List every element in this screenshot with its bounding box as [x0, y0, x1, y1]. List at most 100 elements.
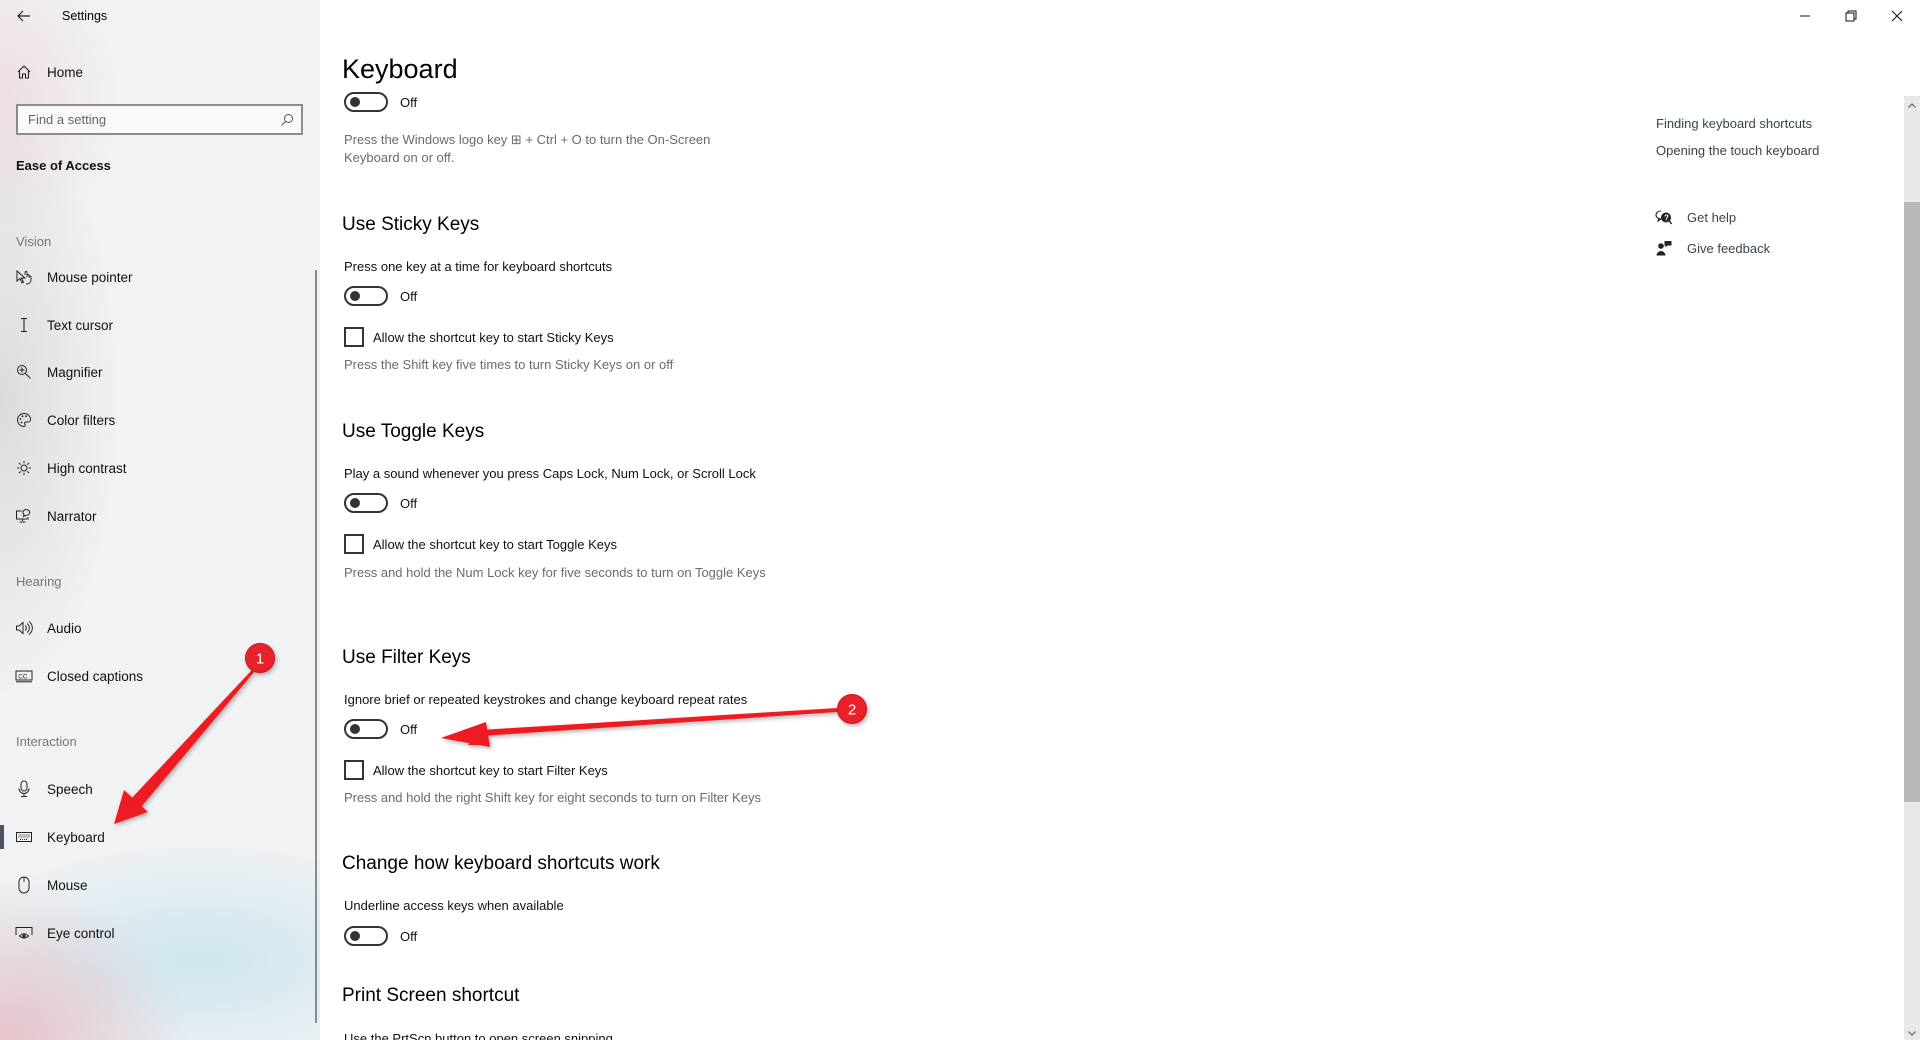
sidebar-item-keyboard[interactable]: Keyboard [0, 817, 316, 857]
scroll-down-button[interactable] [1904, 1026, 1920, 1040]
give-feedback-icon [1654, 238, 1674, 258]
sidebar-scrollbar[interactable] [315, 270, 317, 1023]
toggle-switch[interactable] [344, 926, 388, 946]
sticky-keys-heading: Use Sticky Keys [342, 214, 480, 235]
search-field[interactable] [16, 104, 303, 135]
scroll-up-button[interactable] [1904, 98, 1920, 112]
shortcuts-heading: Change how keyboard shortcuts work [342, 853, 660, 874]
print-screen-description: Use the PrtScn button to open screen sni… [344, 1031, 613, 1040]
filter-keys-shortcut-checkbox[interactable]: Allow the shortcut key to start Filter K… [344, 759, 608, 781]
sticky-keys-toggle[interactable]: Off [344, 285, 417, 307]
checkbox[interactable] [344, 534, 364, 554]
toggle-knob [350, 724, 360, 734]
app-title: Settings [62, 9, 108, 23]
checkbox[interactable] [344, 327, 364, 347]
sidebar-item-label: Eye control [47, 925, 115, 941]
palette-icon [14, 410, 34, 430]
finding-keyboard-shortcuts-link[interactable]: Finding keyboard shortcuts [1656, 116, 1812, 131]
give-feedback-link[interactable]: Give feedback [1654, 238, 1770, 258]
get-help-icon: ? [1654, 207, 1674, 227]
sidebar-item-label: Audio [47, 620, 82, 636]
sidebar-item-label: Mouse pointer [47, 269, 133, 285]
search-icon[interactable] [279, 112, 295, 128]
sidebar-item-narrator[interactable]: Narrator [0, 496, 316, 536]
sidebar-item-home[interactable]: Home [0, 52, 316, 92]
sidebar-item-label: Closed captions [47, 668, 144, 684]
group-label-vision: Vision [16, 234, 52, 249]
toggle-switch[interactable] [344, 719, 388, 739]
main-scrollbar[interactable] [1904, 96, 1920, 1040]
toggle-switch[interactable] [344, 493, 388, 513]
sidebar-item-color-filters[interactable]: Color filters [0, 400, 316, 440]
sidebar-item-label: Color filters [47, 412, 116, 428]
sidebar-item-mouse[interactable]: Mouse [0, 865, 316, 905]
underline-access-keys-toggle[interactable]: Off [344, 925, 417, 947]
group-label-hearing: Hearing [16, 574, 62, 589]
toggle-knob [350, 931, 360, 941]
get-help-link[interactable]: ? Get help [1654, 207, 1736, 227]
toggle-keys-heading: Use Toggle Keys [342, 421, 485, 442]
sticky-keys-shortcut-checkbox[interactable]: Allow the shortcut key to start Sticky K… [344, 326, 614, 348]
give-feedback-label: Give feedback [1687, 240, 1771, 256]
toggle-switch[interactable] [344, 92, 388, 112]
sidebar-item-label: Magnifier [47, 364, 103, 380]
sidebar-item-label: Speech [47, 781, 93, 797]
sidebar-item-text-cursor[interactable]: Text cursor [0, 305, 316, 345]
section-title: Ease of Access [16, 158, 111, 173]
page-title: Keyboard [342, 54, 458, 84]
toggle-state-label: Off [400, 288, 418, 304]
scrollbar-thumb[interactable] [1904, 202, 1920, 802]
checkbox-label: Allow the shortcut key to start Filter K… [373, 762, 608, 778]
filter-keys-hint: Press and hold the right Shift key for e… [344, 790, 761, 805]
sticky-keys-hint: Press the Shift key five times to turn S… [344, 357, 674, 372]
home-icon [14, 62, 34, 82]
keyboard-icon [14, 827, 34, 847]
back-arrow-icon [17, 10, 30, 22]
print-screen-heading: Print Screen shortcut [342, 985, 520, 1006]
chevron-up-icon [1908, 102, 1916, 108]
checkbox-label: Allow the shortcut key to start Sticky K… [373, 329, 614, 345]
mouse-pointer-icon [14, 267, 34, 287]
filter-keys-description: Ignore brief or repeated keystrokes and … [344, 692, 748, 707]
magnifier-icon [14, 362, 34, 382]
sidebar-item-closed-captions[interactable]: CC Closed captions [0, 656, 316, 696]
toggle-state-label: Off [400, 721, 418, 737]
toggle-keys-toggle[interactable]: Off [344, 492, 417, 514]
toggle-keys-description: Play a sound whenever you press Caps Loc… [344, 466, 756, 481]
toggle-knob [350, 291, 360, 301]
filter-keys-toggle[interactable]: Off [344, 718, 417, 740]
filter-keys-heading: Use Filter Keys [342, 647, 471, 668]
sidebar-item-magnifier[interactable]: Magnifier [0, 352, 316, 392]
toggle-state-label: Off [400, 495, 418, 511]
sidebar-item-eye-control[interactable]: Eye control [0, 913, 316, 953]
onscreen-keyboard-hint: Press the Windows logo key ⊞ + Ctrl + O … [344, 132, 711, 165]
toggle-state-label: Off [400, 928, 418, 944]
svg-text:CC: CC [18, 673, 28, 680]
mouse-icon [14, 875, 34, 895]
toggle-state-label: Off [400, 94, 418, 110]
sidebar-item-label: Home [47, 64, 84, 80]
back-button[interactable] [12, 4, 36, 28]
svg-text:?: ? [1664, 214, 1669, 223]
checkbox[interactable] [344, 760, 364, 780]
microphone-icon [14, 779, 34, 799]
text-cursor-icon [14, 315, 34, 335]
toggle-switch[interactable] [344, 286, 388, 306]
sidebar-item-label: Text cursor [47, 317, 114, 333]
group-label-interaction: Interaction [16, 734, 77, 749]
eye-control-icon [14, 923, 34, 943]
sidebar: Settings Home Ease of Access Vision Mous… [0, 0, 320, 1040]
sidebar-item-audio[interactable]: Audio [0, 608, 316, 648]
sidebar-item-high-contrast[interactable]: High contrast [0, 448, 316, 488]
narrator-icon [14, 506, 34, 526]
sidebar-item-mouse-pointer[interactable]: Mouse pointer [0, 257, 316, 297]
get-help-label: Get help [1687, 209, 1737, 225]
toggle-keys-hint: Press and hold the Num Lock key for five… [344, 565, 766, 580]
search-input[interactable] [18, 112, 268, 127]
shortcuts-description: Underline access keys when available [344, 898, 564, 913]
sidebar-item-speech[interactable]: Speech [0, 769, 316, 809]
onscreen-keyboard-toggle[interactable]: Off [344, 91, 417, 113]
speaker-icon [14, 618, 34, 638]
opening-touch-keyboard-link[interactable]: Opening the touch keyboard [1656, 143, 1819, 158]
toggle-keys-shortcut-checkbox[interactable]: Allow the shortcut key to start Toggle K… [344, 533, 617, 555]
